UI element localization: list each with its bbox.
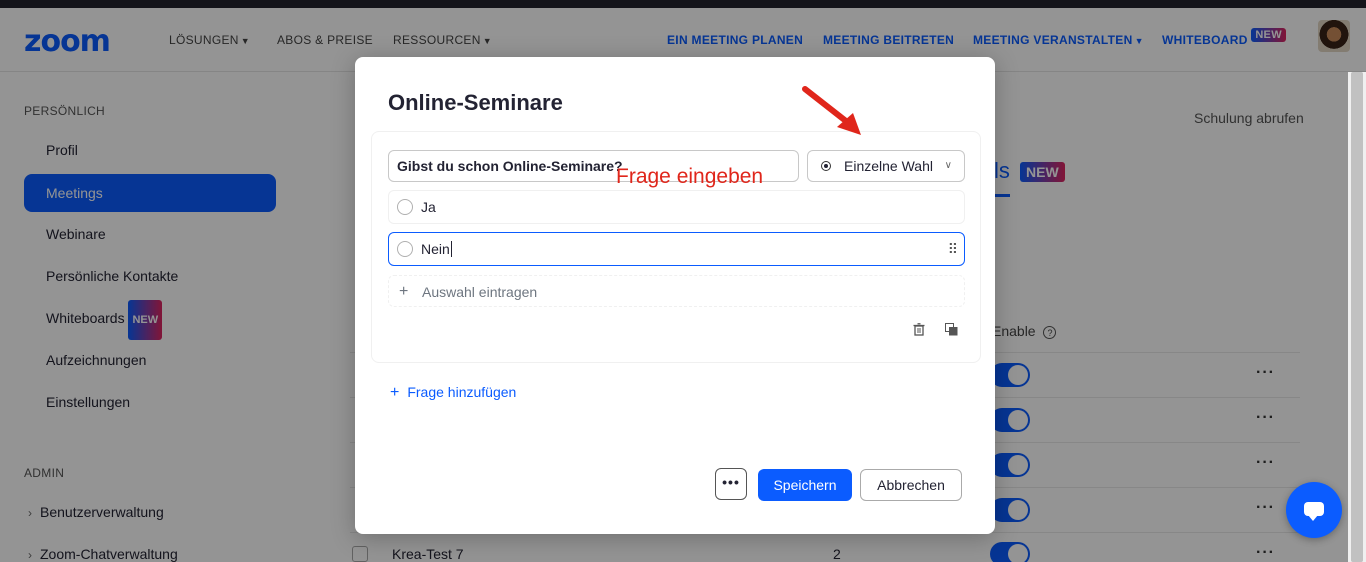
question-type-select[interactable]: Einzelne Wahl ∨ [807,150,965,182]
chevron-down-icon: ∨ [944,160,952,171]
chat-button[interactable] [1286,482,1342,538]
plus-icon: + [399,283,409,300]
annotation-arrow-icon [802,86,861,135]
add-question-button[interactable]: + Frage hinzufügen [390,384,516,402]
add-choice-button[interactable]: + Auswahl eintragen [388,275,965,307]
duplicate-icon[interactable] [945,323,958,339]
annotation-text: Frage eingeben [616,165,764,188]
drag-handle-icon[interactable]: ⠿ [948,233,958,265]
radio-selected-icon [821,161,831,171]
answer-option[interactable]: Ja [388,190,965,224]
cancel-button[interactable]: Abbrechen [860,469,962,501]
scrollbar[interactable] [1348,72,1366,562]
delete-icon[interactable] [913,323,925,339]
radio-empty-icon [397,241,413,257]
chat-bubble-icon [1304,502,1324,521]
more-options-button[interactable]: ••• [715,468,747,500]
radio-empty-icon [397,199,413,215]
plus-icon: + [390,384,400,401]
poll-modal: Online-Seminare Gibst du schon Online-Se… [355,57,995,534]
modal-title: Online-Seminare [388,90,563,115]
save-button[interactable]: Speichern [758,469,852,501]
scrollbar-thumb[interactable] [1351,72,1363,562]
answer-option-active[interactable]: Nein ⠿ [388,232,965,266]
